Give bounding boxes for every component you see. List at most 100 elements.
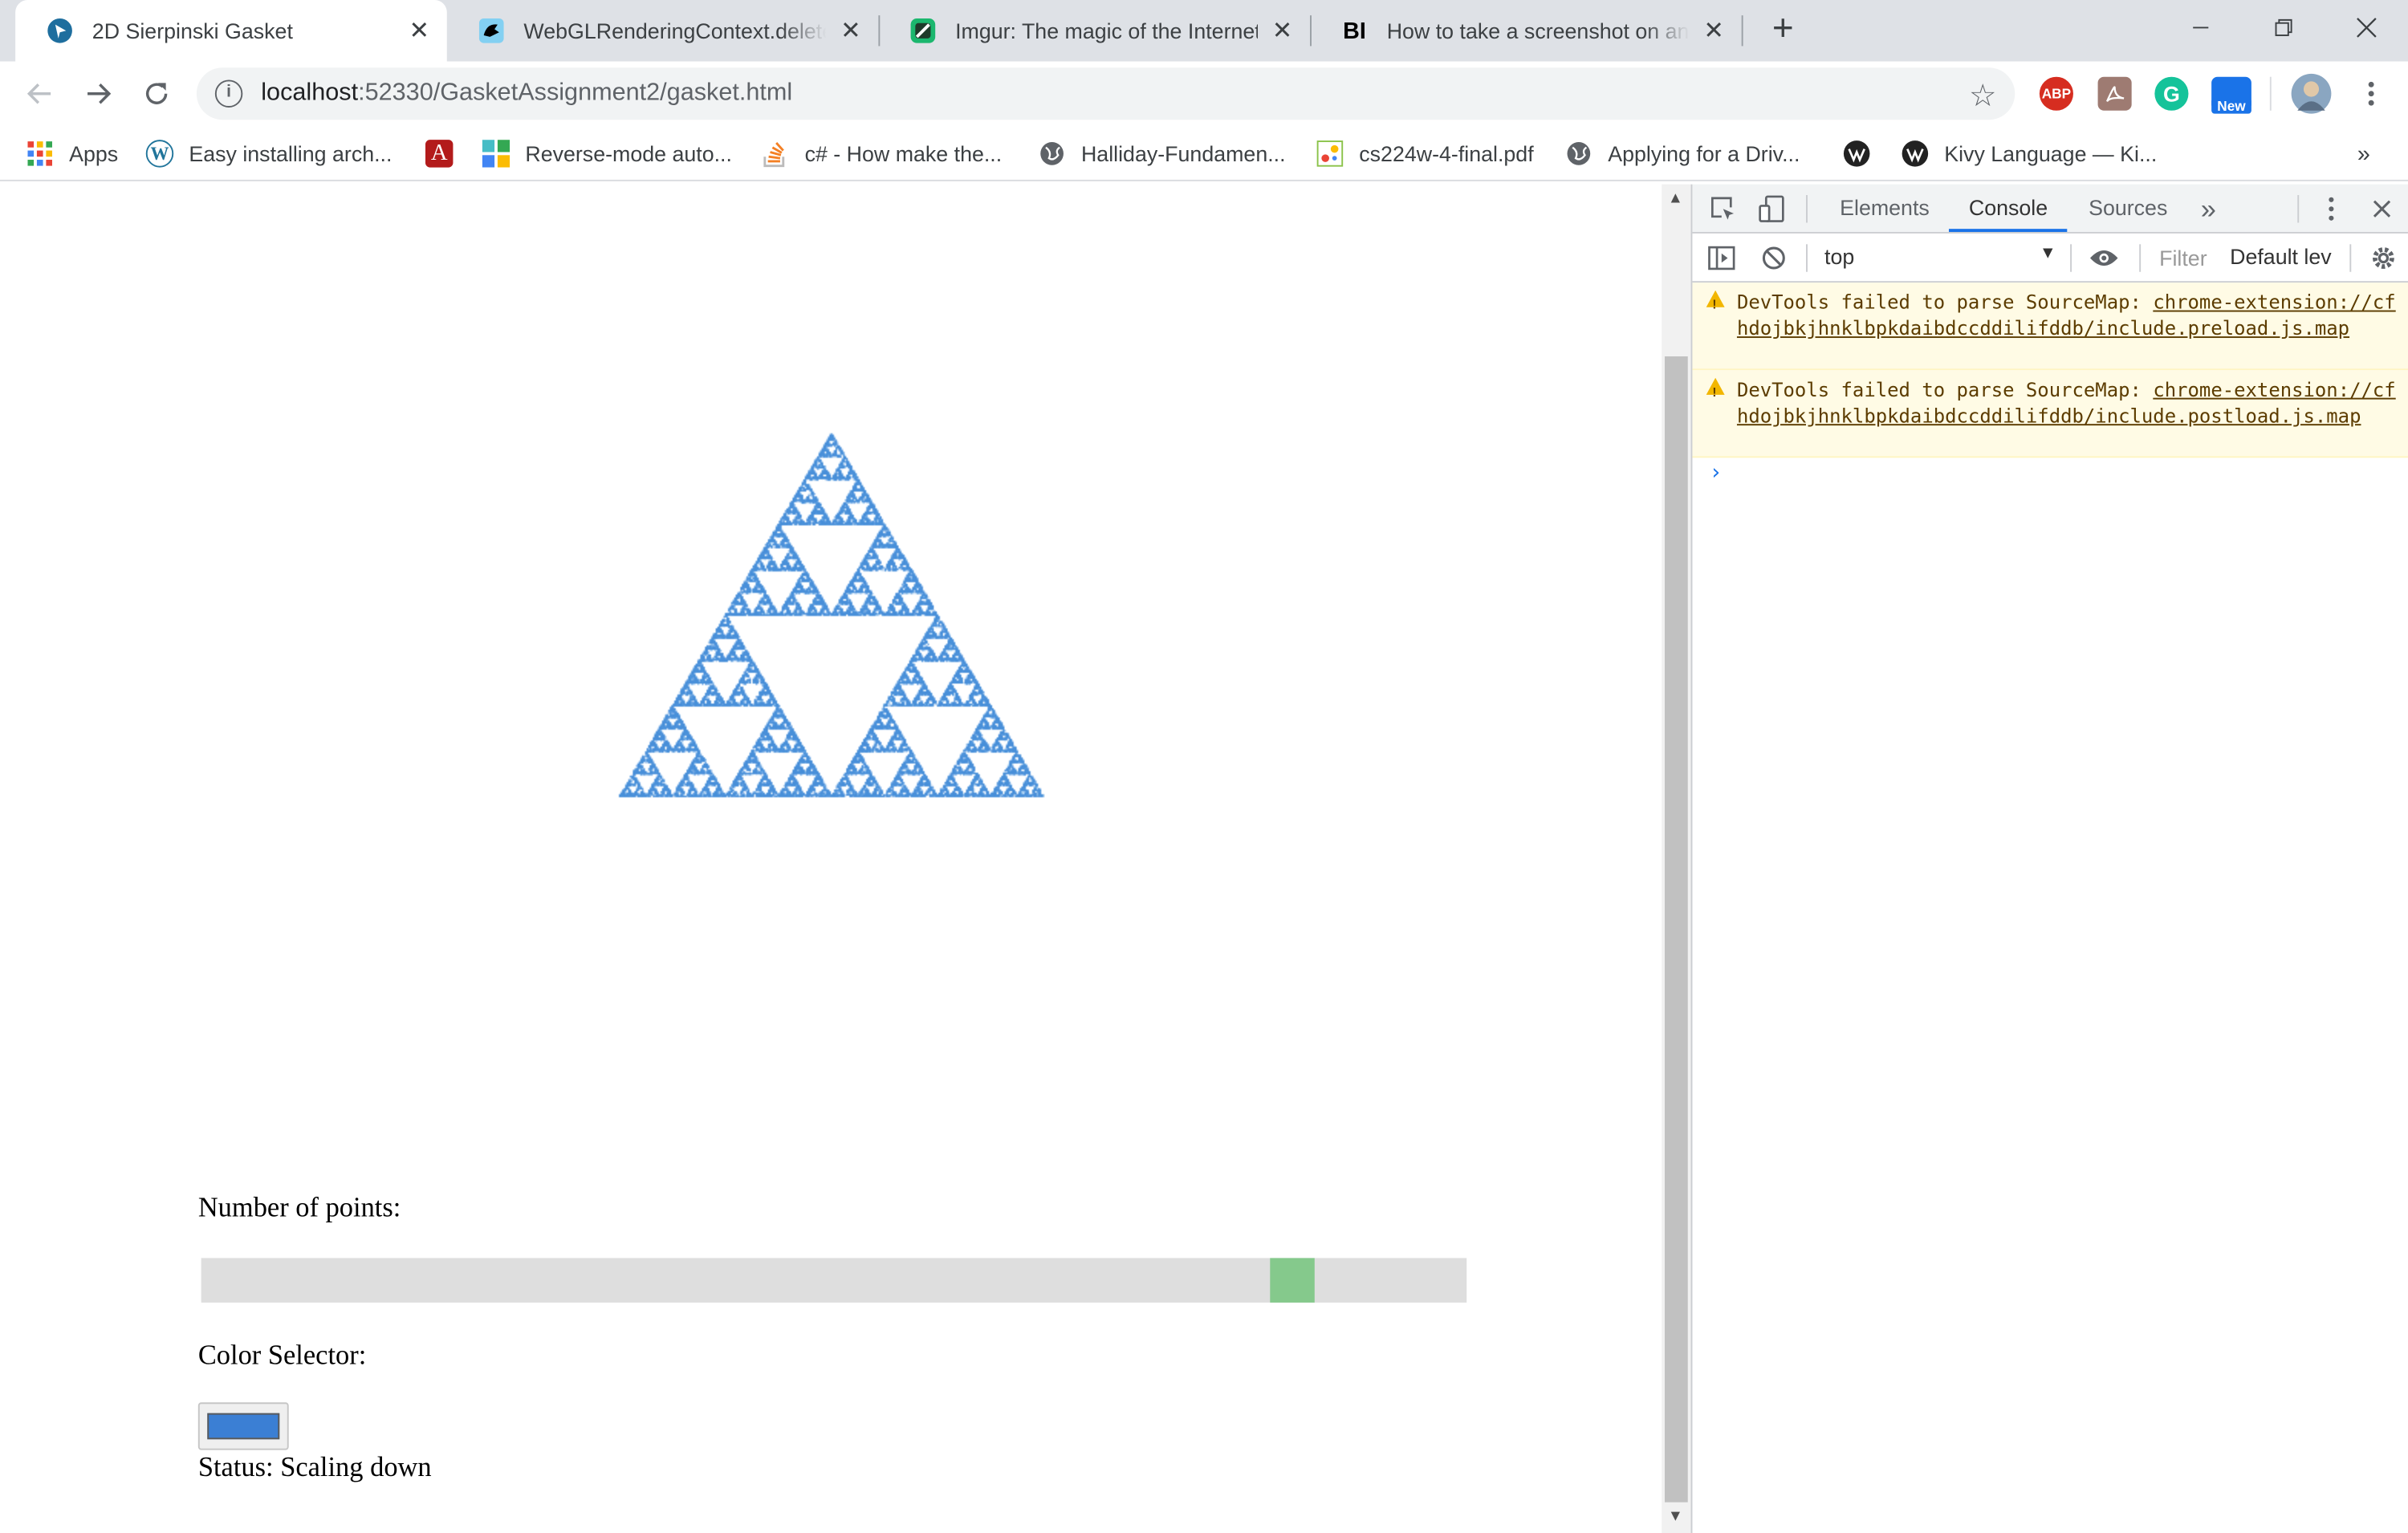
bookmark-label: Kivy Language — Ki...: [1944, 141, 2158, 166]
devtools-menu-icon[interactable]: [2316, 193, 2346, 224]
inspect-element-icon[interactable]: [1708, 193, 1739, 224]
close-tab-icon[interactable]: ✕: [1267, 15, 1297, 46]
wordpress-icon: W: [145, 140, 174, 168]
gasket-canvas: [0, 184, 1662, 1106]
console-warning-message: ! DevTools failed to parse SourceMap: ch…: [1692, 370, 2408, 458]
more-menu-icon[interactable]: [2353, 75, 2390, 112]
close-devtools-icon[interactable]: [2366, 193, 2397, 224]
grammarly-icon[interactable]: G: [2154, 76, 2189, 111]
more-tabs-chevron-icon[interactable]: »: [2193, 193, 2223, 224]
bookmark-label: c# - How make the...: [804, 141, 1003, 166]
bookmark-cs224w[interactable]: cs224w-4-final.pdf: [1316, 136, 1534, 170]
points-slider[interactable]: [201, 1258, 1467, 1303]
adblock-plus-icon[interactable]: ABP: [2039, 76, 2073, 111]
bookmark-driving[interactable]: Applying for a Driv...: [1565, 136, 1800, 170]
devtools-tab-bar: Elements Console Sources »: [1692, 184, 2408, 234]
back-arrow-icon[interactable]: [22, 75, 59, 112]
bookmark-kivy-1[interactable]: [1843, 136, 1886, 170]
points-label: Number of points:: [197, 1192, 401, 1223]
devtools-tab-sources[interactable]: Sources: [2089, 185, 2167, 232]
reload-icon[interactable]: [138, 75, 175, 112]
scroll-down-arrow-icon[interactable]: ▼: [1668, 1508, 1683, 1525]
tab-webgl[interactable]: WebGLRenderingContext.deleteB ✕: [447, 0, 879, 62]
tab-separator: [1741, 15, 1743, 47]
restore-icon[interactable]: [2245, 0, 2322, 55]
tab-title: WebGLRenderingContext.deleteB: [523, 18, 827, 43]
profile-avatar[interactable]: [2291, 73, 2332, 114]
close-tab-icon[interactable]: ✕: [836, 15, 866, 46]
device-toolbar-icon[interactable]: [1757, 193, 1788, 224]
scrollbar-thumb[interactable]: [1665, 356, 1688, 1503]
pdf-file-icon: [1316, 140, 1344, 167]
bi-favicon-icon: BI: [1343, 18, 1366, 44]
devtools-tab-console[interactable]: Console: [1948, 185, 2068, 232]
tab-title: How to take a screenshot on any: [1386, 18, 1690, 43]
tab-imgur[interactable]: Imgur: The magic of the Internet ✕: [878, 0, 1310, 62]
console-settings-gear-icon[interactable]: [2368, 242, 2398, 273]
bookmark-label: Halliday-Fundamen...: [1080, 141, 1286, 166]
execution-context-select[interactable]: top: [1824, 244, 1854, 269]
bookmark-label: Apps: [69, 141, 119, 166]
color-selector-label: Color Selector:: [197, 1339, 367, 1371]
bookmark-reverse-mode-link[interactable]: Reverse-mode auto...: [482, 136, 732, 170]
forward-arrow-icon[interactable]: [79, 75, 116, 112]
warning-text: DevTools failed to parse SourceMap:: [1736, 377, 2154, 401]
bookmark-kivy-2[interactable]: Kivy Language — Ki...: [1902, 136, 2158, 170]
globe-icon: [1038, 140, 1065, 167]
close-window-icon[interactable]: [2329, 0, 2406, 55]
log-level-select[interactable]: Default lev: [2230, 244, 2332, 269]
devtools-divider: [1806, 244, 1808, 272]
url-host: localhost: [261, 79, 359, 107]
console-toolbar: top ▼ Filter Default lev: [1692, 233, 2408, 283]
warning-text: DevTools failed to parse SourceMap:: [1736, 290, 2154, 314]
apps-grid-icon: [26, 140, 54, 167]
gasket-favicon-icon: [46, 17, 73, 44]
imgur-favicon-icon: [909, 17, 937, 44]
bookmark-apps[interactable]: Apps: [26, 136, 119, 170]
bookmark-stackoverflow[interactable]: c# - How make the...: [762, 136, 1002, 170]
status-text: Status: Scaling down: [197, 1451, 432, 1482]
devtools-divider: [2297, 195, 2300, 223]
minimize-icon[interactable]: [2162, 0, 2239, 55]
bookmark-label: cs224w-4-final.pdf: [1359, 141, 1534, 166]
live-expression-eye-icon[interactable]: [2089, 242, 2119, 273]
scroll-up-arrow-icon[interactable]: ▲: [1668, 190, 1683, 207]
mdn-favicon-icon: [478, 17, 505, 44]
points-slider-thumb[interactable]: [1270, 1258, 1315, 1303]
site-info-icon[interactable]: i: [214, 79, 243, 108]
address-bar[interactable]: i localhost:52330/GasketAssignment2/gask…: [196, 67, 2015, 120]
devtools-divider: [2139, 244, 2142, 272]
close-tab-icon[interactable]: ✕: [404, 15, 434, 46]
bookmark-star-icon[interactable]: ☆: [1969, 77, 1996, 116]
tab-business-insider[interactable]: BI How to take a screenshot on any ✕: [1310, 0, 1742, 62]
url-path: :52330/GasketAssignment2/gasket.html: [358, 79, 793, 107]
page-scrollbar[interactable]: ▲ ▼: [1662, 184, 1691, 1533]
globe-icon: [1565, 140, 1592, 167]
bookmark-reverse-mode[interactable]: A: [425, 136, 484, 170]
tab-sierpinski[interactable]: 2D Sierpinski Gasket ✕: [15, 0, 447, 62]
bookmarks-bar: Apps W Easy installing arch... A Reverse…: [0, 125, 2408, 181]
console-warning-message: ! DevTools failed to parse SourceMap: ch…: [1692, 283, 2408, 371]
new-extension-icon[interactable]: New: [2211, 76, 2251, 114]
devtools-panel: Elements Console Sources » top ▼ Filter …: [1690, 184, 2408, 1533]
bookmark-label: Easy installing arch...: [189, 141, 393, 166]
colorful-blocks-icon: [482, 140, 510, 168]
color-picker-button[interactable]: [197, 1402, 289, 1450]
context-dropdown-arrow-icon[interactable]: ▼: [2040, 244, 2056, 262]
close-tab-icon[interactable]: ✕: [1698, 15, 1729, 46]
bookmark-arch[interactable]: W Easy installing arch...: [145, 136, 393, 170]
tab-strip: 2D Sierpinski Gasket ✕ WebGLRenderingCon…: [0, 0, 2408, 62]
devtools-tab-elements[interactable]: Elements: [1840, 185, 1930, 232]
kivy-icon: [1902, 140, 1929, 167]
console-filter-input[interactable]: Filter: [2159, 246, 2207, 270]
bookmarks-overflow-chevron-icon[interactable]: »: [2357, 136, 2370, 170]
browser-window: 2D Sierpinski Gasket ✕ WebGLRenderingCon…: [0, 0, 2408, 1533]
bookmark-label: Reverse-mode auto...: [525, 141, 732, 166]
console-prompt-chevron-icon[interactable]: ›: [1710, 461, 1723, 486]
clear-console-icon[interactable]: [1759, 242, 1789, 273]
devtools-divider: [2070, 244, 2072, 272]
show-sidebar-icon[interactable]: [1706, 242, 1737, 273]
new-tab-plus-icon[interactable]: +: [1763, 10, 1803, 51]
acrobat-extension-icon[interactable]: [2097, 76, 2132, 111]
bookmark-halliday[interactable]: Halliday-Fundamen...: [1038, 136, 1286, 170]
